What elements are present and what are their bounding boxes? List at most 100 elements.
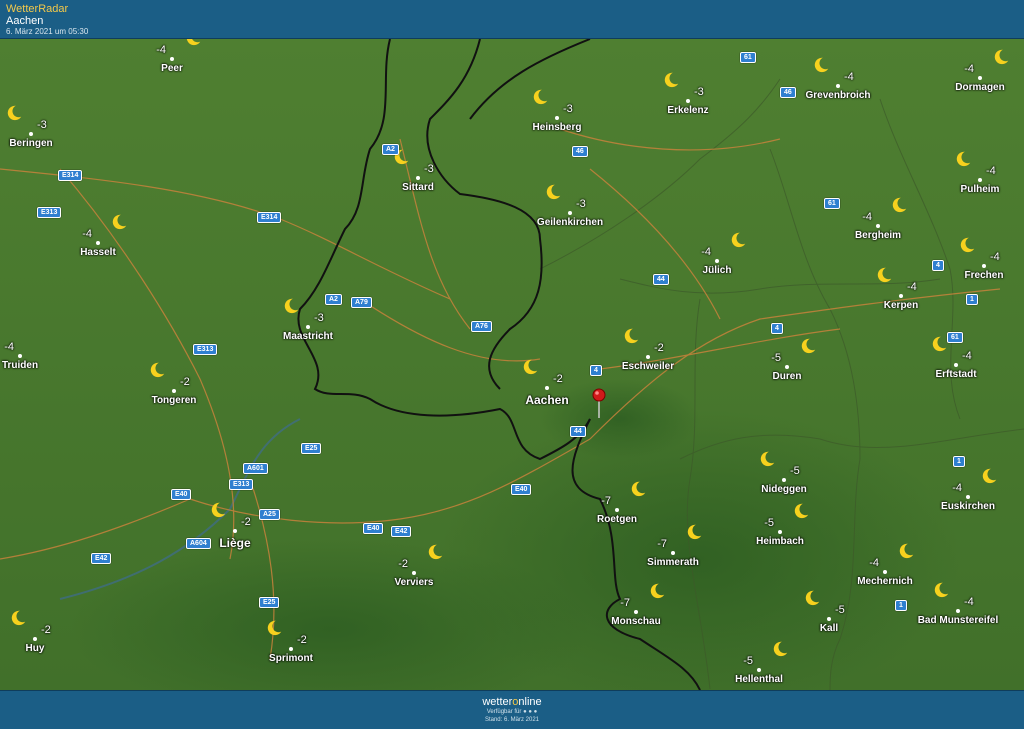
crescent-moon-icon — [877, 267, 892, 283]
city-name: Roetgen — [597, 514, 637, 525]
crescent-moon-icon — [112, 214, 127, 230]
crescent-moon-icon — [994, 49, 1009, 65]
crescent-moon-icon — [934, 582, 949, 598]
temperature: -2 — [654, 342, 664, 354]
city-dot — [836, 84, 840, 88]
crescent-moon-icon — [150, 362, 165, 378]
crescent-moon-icon — [801, 338, 816, 354]
city-dot — [827, 617, 831, 621]
temperature: -2 — [398, 558, 408, 570]
temperature: -4 — [990, 251, 1000, 263]
road-label: E25 — [301, 443, 322, 454]
temperature: -2 — [297, 634, 307, 646]
temperature: -7 — [657, 538, 667, 550]
temperature: -5 — [835, 604, 845, 616]
city-dot — [634, 610, 638, 614]
city-name: Simmerath — [647, 557, 699, 568]
city-name: Frechen — [964, 270, 1004, 281]
crescent-moon-icon — [899, 543, 914, 559]
crescent-moon-icon — [650, 583, 665, 599]
crescent-moon-icon — [982, 468, 997, 484]
road-label: 46 — [780, 87, 796, 98]
road-label: E314 — [257, 212, 282, 223]
temperature: -5 — [771, 352, 781, 364]
temperature: -3 — [576, 198, 586, 210]
city-name: Bergheim — [854, 230, 902, 241]
crescent-moon-icon — [956, 151, 971, 167]
city-name: Jülich — [702, 265, 732, 276]
city-dot — [172, 389, 176, 393]
road-label: 44 — [653, 274, 669, 285]
road-label: E40 — [171, 489, 192, 500]
city-name: Hasselt — [80, 247, 116, 258]
city-name: Eschweiler — [621, 361, 675, 372]
temperature: -4 — [907, 281, 917, 293]
temperature: -3 — [37, 119, 47, 131]
city-dot — [615, 508, 619, 512]
road-label: A2 — [325, 294, 342, 305]
city-dot — [686, 99, 690, 103]
road-label: E25 — [259, 597, 280, 608]
city-dot — [412, 571, 416, 575]
city-dot — [876, 224, 880, 228]
crescent-moon-icon — [533, 89, 548, 105]
road-label: 4 — [590, 365, 602, 376]
temperature: -4 — [952, 482, 962, 494]
city-dot — [33, 637, 37, 641]
city-name: Heimbach — [756, 536, 804, 547]
temperature: -4 — [962, 350, 972, 362]
map-area[interactable]: -4 Peer -3 Beringen -4 Hasselt -4 Truide… — [0, 39, 1024, 690]
location-pin-icon[interactable] — [592, 388, 606, 418]
crescent-moon-icon — [546, 184, 561, 200]
road-label: E313 — [193, 344, 218, 355]
road-label: E313 — [37, 207, 62, 218]
platform-icons: ● ● ● — [523, 709, 538, 715]
city-dot — [18, 354, 22, 358]
city-dot — [289, 647, 293, 651]
city-name: Duren — [772, 371, 802, 382]
road-label: E42 — [91, 553, 112, 564]
city-name: Erftstadt — [935, 369, 977, 380]
header-bar: WetterRadar Aachen 6. März 2021 um 05:30 — [0, 0, 1024, 39]
city-dot — [715, 259, 719, 263]
temperature: -3 — [424, 163, 434, 175]
temperature: -4 — [964, 596, 974, 608]
crescent-moon-icon — [773, 641, 788, 657]
road-label: A79 — [351, 297, 372, 308]
road-label: 1 — [953, 456, 965, 467]
road-label: E42 — [391, 526, 412, 537]
city-dot — [978, 178, 982, 182]
availability-text: Verfügbar für ● ● ● — [0, 708, 1024, 716]
crescent-moon-icon — [11, 610, 26, 626]
temperature: -5 — [764, 517, 774, 529]
city-dot — [306, 325, 310, 329]
city-name: Heinsberg — [532, 122, 582, 133]
city-name: Sittard — [402, 182, 434, 193]
city-dot — [899, 294, 903, 298]
city-name: Monschau — [611, 616, 661, 627]
crescent-moon-icon — [186, 39, 201, 46]
city-name: Beringen — [9, 138, 53, 149]
footer-bar: wetteronline Verfügbar für ● ● ● Stand: … — [0, 690, 1024, 729]
crescent-moon-icon — [814, 57, 829, 73]
city-name: Aachen — [525, 393, 569, 407]
app-title: WetterRadar — [6, 3, 69, 15]
road-label: A2 — [382, 144, 399, 155]
city-name: Tongeren — [151, 395, 197, 406]
city-name: Erkelenz — [667, 105, 709, 116]
brand-logo[interactable]: wetteronline — [0, 696, 1024, 708]
temperature: -2 — [241, 516, 251, 528]
temperature: -4 — [986, 165, 996, 177]
road-label: 44 — [570, 426, 586, 437]
temperature: -3 — [314, 312, 324, 324]
road-label: E40 — [511, 484, 532, 495]
city-dot — [233, 529, 237, 533]
crescent-moon-icon — [664, 72, 679, 88]
temperature: -4 — [964, 63, 974, 75]
timestamp: 6. März 2021 um 05:30 — [6, 27, 89, 36]
city-name: Nideggen — [761, 484, 807, 495]
road-label: A25 — [259, 509, 280, 520]
crescent-moon-icon — [960, 237, 975, 253]
availability-label: Verfügbar für — [486, 709, 522, 715]
city-dot — [646, 355, 650, 359]
